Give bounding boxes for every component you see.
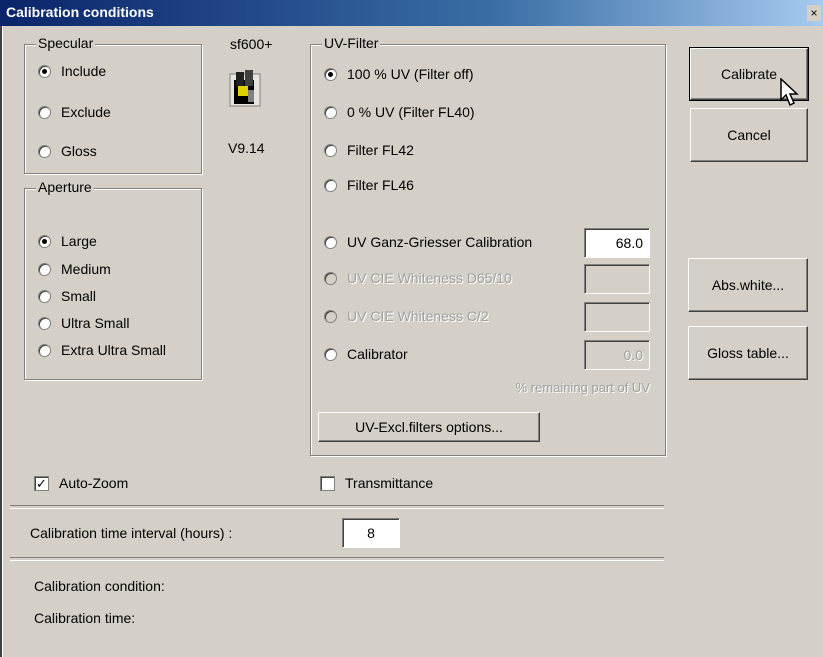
window-title: Calibration conditions xyxy=(6,4,154,20)
radio-label: Ultra Small xyxy=(61,315,130,331)
radio-dot xyxy=(324,235,337,249)
radio-label: Medium xyxy=(61,261,111,277)
separator xyxy=(10,557,664,561)
separator xyxy=(10,505,664,509)
calibrator-value-field: 0.0 xyxy=(584,340,650,370)
aperture-small-radio[interactable]: Small xyxy=(38,288,96,304)
radio-dot xyxy=(324,347,337,361)
radio-label: Extra Ultra Small xyxy=(61,342,167,358)
calibrator-radio[interactable]: Calibrator xyxy=(324,346,408,362)
cancel-button[interactable]: Cancel xyxy=(690,108,808,162)
specular-exclude-radio[interactable]: Exclude xyxy=(38,104,111,120)
device-version: V9.14 xyxy=(228,140,265,156)
radio-label: Exclude xyxy=(61,104,111,120)
uv-100-radio[interactable]: 100 % UV (Filter off) xyxy=(324,66,474,82)
radio-dot xyxy=(324,143,337,157)
radio-label: UV Ganz-Griesser Calibration xyxy=(347,234,533,250)
radio-dot xyxy=(38,234,51,248)
radio-label: Include xyxy=(61,63,107,79)
checkbox-label: Auto-Zoom xyxy=(59,475,129,491)
specular-include-radio[interactable]: Include xyxy=(38,63,106,79)
aperture-extra-ultra-small-radio[interactable]: Extra Ultra Small xyxy=(38,342,166,358)
radio-dot xyxy=(324,105,337,119)
aperture-legend: Aperture xyxy=(36,179,94,195)
cie-d65-value-field xyxy=(584,264,650,294)
ganz-griesser-value-field[interactable]: 68.0 xyxy=(584,228,650,258)
interval-label: Calibration time interval (hours) : xyxy=(30,525,233,541)
radio-label: Filter FL42 xyxy=(347,142,414,158)
radio-dot xyxy=(324,309,337,323)
spectrophotometer-icon xyxy=(228,68,264,108)
uv-cie-d65-radio: UV CIE Whiteness D65/10 xyxy=(324,270,512,286)
cie-c2-value-field xyxy=(584,302,650,332)
radio-dot xyxy=(38,64,51,78)
gloss-table-button[interactable]: Gloss table... xyxy=(688,326,808,380)
radio-dot xyxy=(38,105,51,119)
title-bar: Calibration conditions × xyxy=(0,0,823,26)
radio-dot xyxy=(38,343,51,357)
radio-label: UV CIE Whiteness C/2 xyxy=(347,308,489,324)
close-icon[interactable]: × xyxy=(807,5,821,21)
aperture-medium-radio[interactable]: Medium xyxy=(38,261,111,277)
specular-legend: Specular xyxy=(36,35,96,51)
transmittance-checkbox[interactable]: Transmittance xyxy=(320,475,433,491)
radio-label: 0 % UV (Filter FL40) xyxy=(347,104,475,120)
radio-label: Calibrator xyxy=(347,346,408,362)
aperture-ultra-small-radio[interactable]: Ultra Small xyxy=(38,315,129,331)
radio-dot xyxy=(324,178,337,192)
radio-label: Filter FL46 xyxy=(347,177,414,193)
radio-label: 100 % UV (Filter off) xyxy=(347,66,474,82)
checkbox-label: Transmittance xyxy=(345,475,434,491)
radio-dot xyxy=(38,316,51,330)
radio-dot xyxy=(38,262,51,276)
checkbox-box: ✓ xyxy=(34,475,49,491)
aperture-large-radio[interactable]: Large xyxy=(38,233,97,249)
radio-label: Gloss xyxy=(61,143,97,159)
radio-label: UV CIE Whiteness D65/10 xyxy=(347,270,512,286)
filter-fl42-radio[interactable]: Filter FL42 xyxy=(324,142,414,158)
calibration-condition-label: Calibration condition: xyxy=(34,578,165,594)
window-border-highlight xyxy=(2,26,3,657)
radio-dot xyxy=(38,289,51,303)
remaining-uv-note: % remaining part of UV xyxy=(515,380,650,395)
mouse-cursor-icon xyxy=(780,77,802,111)
interval-input[interactable]: 8 xyxy=(342,518,400,548)
uv-cie-c2-radio: UV CIE Whiteness C/2 xyxy=(324,308,489,324)
uv-ganz-griesser-radio[interactable]: UV Ganz-Griesser Calibration xyxy=(324,234,532,250)
calibration-time-label: Calibration time: xyxy=(34,610,136,626)
abs-white-button[interactable]: Abs.white... xyxy=(688,258,808,312)
uv-0-radio[interactable]: 0 % UV (Filter FL40) xyxy=(324,104,475,120)
radio-label: Large xyxy=(61,233,97,249)
checkbox-box xyxy=(320,475,335,491)
device-name: sf600+ xyxy=(230,36,273,52)
radio-dot xyxy=(324,271,337,285)
radio-dot xyxy=(38,144,51,158)
uv-filter-legend: UV-Filter xyxy=(322,35,381,51)
radio-dot xyxy=(324,67,337,81)
specular-gloss-radio[interactable]: Gloss xyxy=(38,143,97,159)
filter-fl46-radio[interactable]: Filter FL46 xyxy=(324,177,414,193)
uv-excl-filters-options-button[interactable]: UV-Excl.filters options... xyxy=(318,412,540,442)
radio-label: Small xyxy=(61,288,97,304)
auto-zoom-checkbox[interactable]: ✓ Auto-Zoom xyxy=(34,475,128,491)
